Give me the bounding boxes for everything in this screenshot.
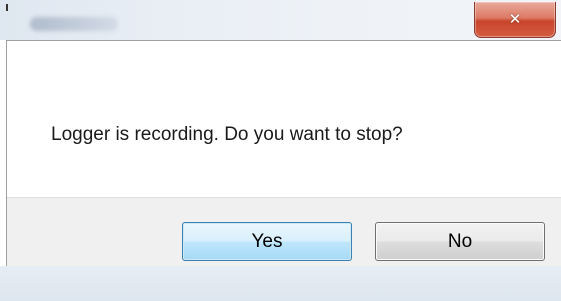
title-bar[interactable]: ✕ <box>0 0 561 40</box>
message-area: Logger is recording. Do you want to stop… <box>7 41 561 197</box>
blurred-window-title <box>30 17 118 31</box>
dialog-message: Logger is recording. Do you want to stop… <box>51 124 403 145</box>
message-dialog-window: ✕ Logger is recording. Do you want to st… <box>0 0 561 301</box>
yes-button-label: Yes <box>251 230 283 252</box>
dialog-client-area: Logger is recording. Do you want to stop… <box>6 40 561 267</box>
button-bar: Yes No <box>7 197 561 267</box>
close-icon: ✕ <box>508 10 522 28</box>
close-button[interactable]: ✕ <box>474 2 556 38</box>
window-bottom-frame <box>0 266 561 301</box>
no-button[interactable]: No <box>375 222 545 261</box>
corner-mark <box>6 4 8 11</box>
no-button-label: No <box>447 230 473 252</box>
yes-button[interactable]: Yes <box>182 222 352 261</box>
